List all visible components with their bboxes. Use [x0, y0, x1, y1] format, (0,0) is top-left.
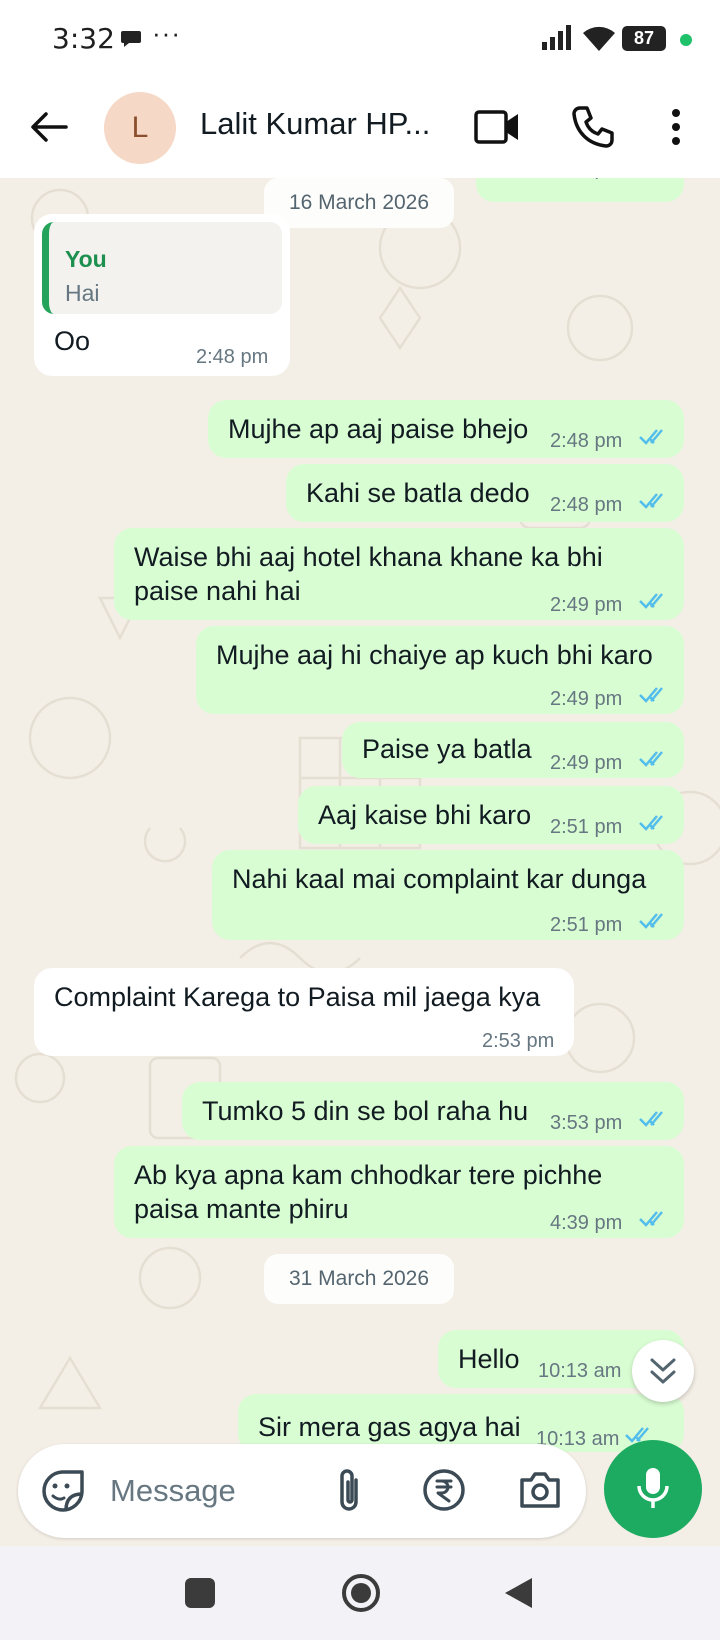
voice-message-button[interactable] [604, 1440, 702, 1538]
message-time: 3:53 pm [550, 1112, 623, 1134]
video-call-icon[interactable] [474, 106, 520, 148]
voice-call-icon[interactable] [570, 104, 616, 150]
message-bubble-outgoing[interactable]: Mujhe aaj hi chaiye ap kuch bhi karo 2:4… [196, 626, 684, 714]
privacy-indicator-dot [680, 34, 692, 46]
message-time: 2:48 pm [196, 346, 269, 368]
message-text: Mujhe aaj hi chaiye ap kuch bhi karo [216, 640, 653, 670]
message-bubble-outgoing[interactable]: Kahi se batla dedo 2:48 pm [286, 464, 684, 522]
rupee-payment-icon[interactable] [422, 1468, 466, 1512]
read-receipt-icon [639, 1111, 663, 1127]
message-time: 4:39 pm [550, 1212, 623, 1234]
chat-header: L Lalit Kumar HP... [0, 78, 720, 178]
status-bar: 3:32 ··· 87 [0, 0, 720, 78]
read-receipt-icon [639, 913, 663, 929]
overflow-menu-icon[interactable] [660, 104, 692, 150]
message-text: Sir mera gas agya hai [258, 1412, 521, 1442]
message-text: Mujhe ap aaj paise bhejo [228, 414, 529, 444]
camera-icon[interactable] [518, 1470, 562, 1510]
sticker-emoji-icon[interactable] [40, 1468, 86, 1514]
message-time: 2:49 pm [550, 752, 623, 774]
attachment-paperclip-icon[interactable] [328, 1466, 372, 1516]
message-time: 2:51 pm [550, 914, 623, 936]
chat-notification-icon [121, 31, 141, 47]
message-bubble-outgoing[interactable]: Paise ya batla 2:49 pm [342, 722, 684, 778]
message-time: 10:13 am [538, 1360, 622, 1382]
message-text-line-2: paisa mante phiru [134, 1194, 349, 1224]
read-receipt-icon [639, 493, 663, 509]
system-back-button[interactable] [502, 1576, 534, 1610]
read-receipt-icon [639, 751, 663, 767]
date-separator: 31 March 2026 [264, 1254, 454, 1304]
contact-avatar[interactable]: L [104, 92, 176, 164]
more-notifications-icon: ··· [152, 18, 181, 48]
message-text: Hello [458, 1344, 520, 1374]
message-text: Complaint Karega to Paisa mil jaega kya [54, 982, 541, 1012]
message-bubble-outgoing[interactable]: Tumko 5 din se bol raha hu 3:53 pm [182, 1082, 684, 1140]
message-text-line-2: paise nahi hai [134, 576, 301, 606]
scroll-to-bottom-button[interactable] [632, 1340, 694, 1402]
quoted-reply[interactable]: You Hai [42, 222, 282, 314]
message-text: Oo [54, 326, 91, 356]
message-text-line-1: Waise bhi aaj hotel khana khane ka bhi [134, 542, 603, 572]
read-receipt-icon [639, 429, 663, 445]
message-text: Aaj kaise bhi karo [318, 800, 532, 830]
recent-apps-button[interactable] [185, 1578, 215, 1608]
back-arrow-icon[interactable] [26, 104, 72, 150]
contact-name[interactable]: Lalit Kumar HP... [200, 106, 430, 142]
chat-message-list[interactable]: 2:47 pm 16 March 2026 You Hai Oo 2:48 pm… [0, 178, 720, 1546]
message-time: 2:47 pm [550, 178, 622, 186]
message-time: 2:48 pm [550, 430, 623, 452]
read-receipt-icon [639, 815, 663, 831]
message-bubble-incoming[interactable]: Complaint Karega to Paisa mil jaega kya … [34, 968, 574, 1056]
message-text: Paise ya batla [362, 734, 532, 764]
message-bubble-incoming[interactable]: You Hai Oo 2:48 pm [34, 214, 290, 376]
message-input[interactable] [110, 1466, 290, 1516]
message-time: 2:49 pm [550, 594, 623, 616]
battery-icon: 87 [622, 26, 666, 51]
double-chevron-down-icon [650, 1358, 676, 1384]
message-bubble-outgoing[interactable]: Waise bhi aaj hotel khana khane ka bhi p… [114, 528, 684, 620]
message-text: Nahi kaal mai complaint kar dunga [232, 864, 647, 894]
message-bubble-outgoing[interactable]: Ab kya apna kam chhodkar tere pichhe pai… [114, 1146, 684, 1238]
message-time: 2:51 pm [550, 816, 623, 838]
date-separator: 16 March 2026 [264, 178, 454, 228]
home-button[interactable] [340, 1572, 382, 1614]
wifi-icon [583, 26, 615, 51]
message-text-line-1: Ab kya apna kam chhodkar tere pichhe [134, 1160, 603, 1190]
microphone-icon [637, 1468, 669, 1508]
message-bubble-outgoing[interactable]: Mujhe ap aaj paise bhejo 2:48 pm [208, 400, 684, 458]
status-time: 3:32 [52, 22, 115, 55]
system-navigation-bar [0, 1546, 720, 1640]
message-bubble-outgoing[interactable]: Aaj kaise bhi karo 2:51 pm [298, 786, 684, 844]
message-bubble-outgoing[interactable]: Nahi kaal mai complaint kar dunga 2:51 p… [212, 850, 684, 940]
message-time: 2:49 pm [550, 688, 623, 710]
read-receipt-icon [639, 1211, 663, 1227]
message-bubble-outgoing-partial[interactable]: 2:47 pm [476, 178, 684, 202]
message-text: Tumko 5 din se bol raha hu [202, 1096, 529, 1126]
signal-icon [542, 25, 571, 50]
read-receipt-icon [639, 593, 663, 609]
message-time: 2:53 pm [482, 1030, 555, 1052]
quoted-sender: You [65, 246, 107, 272]
message-text: Kahi se batla dedo [306, 478, 530, 508]
message-time: 2:48 pm [550, 494, 623, 516]
message-composer [18, 1444, 586, 1538]
read-receipt-icon [639, 687, 663, 703]
quoted-text: Hai [65, 280, 100, 306]
